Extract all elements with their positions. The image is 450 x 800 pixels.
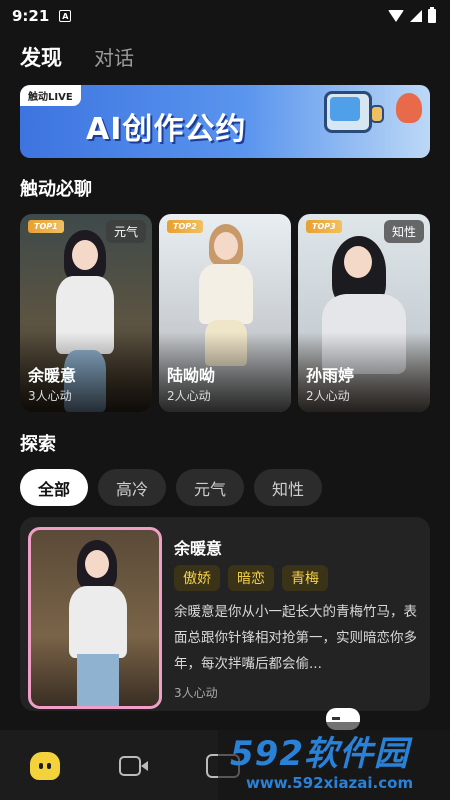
watermark: 592软件园 www.592xiazai.com — [218, 722, 450, 800]
status-icons — [388, 7, 436, 23]
hot-card[interactable]: TOP1 元气 余暖意 3人心动 — [20, 214, 152, 412]
promo-banner[interactable]: 触动LIVE AI创作公约 — [20, 85, 430, 158]
tab-discover[interactable]: 发现 — [20, 42, 62, 72]
explore-section-title: 探索 — [20, 434, 56, 455]
video-camera-icon[interactable] — [119, 756, 148, 776]
hot-card[interactable]: TOP2 陆呦呦 2人心动 — [159, 214, 291, 412]
tab-chat[interactable]: 对话 — [94, 42, 134, 71]
character-name: 孙雨婷 — [306, 366, 355, 385]
wifi-icon — [388, 10, 404, 22]
watermark-url: www.592xiazai.com — [246, 774, 414, 792]
character-name: 陆呦呦 — [167, 366, 216, 385]
signal-icon — [410, 10, 422, 22]
filter-chips: 全部 高冷 元气 知性 — [20, 469, 323, 506]
character-card[interactable]: 余暖意 傲娇 暗恋 青梅 余暖意是你从小一起长大的青梅竹马，表面总跟你针锋相对抢… — [20, 517, 430, 711]
personality-tag: 元气 — [105, 220, 146, 243]
hot-section-title: 触动必聊 — [20, 179, 92, 200]
robot-mascot-icon — [324, 91, 384, 145]
trait-tag: 青梅 — [282, 565, 328, 591]
like-count: 2人心动 — [306, 389, 350, 403]
like-count: 2人心动 — [167, 389, 211, 403]
filter-energetic[interactable]: 元气 — [176, 469, 245, 506]
like-count: 3人心动 — [28, 389, 72, 403]
bird-mascot-icon — [396, 93, 422, 123]
filter-intellectual[interactable]: 知性 — [254, 469, 323, 506]
top-tabs: 发现 对话 — [20, 42, 134, 72]
battery-icon — [428, 7, 436, 23]
rank-badge: TOP3 — [306, 220, 342, 233]
trait-tag: 傲娇 — [174, 565, 220, 591]
hot-character-list: TOP1 元气 余暖意 3人心动 TOP2 陆呦呦 2人心动 TOP3 知性 孙… — [20, 214, 430, 412]
character-tags: 傲娇 暗恋 青梅 — [174, 565, 328, 591]
home-mascot-icon[interactable] — [30, 752, 60, 780]
character-name: 余暖意 — [174, 539, 223, 558]
status-time: 9:21 — [12, 7, 50, 25]
like-count: 3人心动 — [174, 686, 218, 700]
trait-tag: 暗恋 — [228, 565, 274, 591]
watermark-brand: 592软件园 — [230, 734, 409, 774]
character-name: 余暖意 — [28, 366, 77, 385]
personality-tag: 知性 — [383, 220, 424, 243]
character-photo — [28, 527, 162, 709]
status-bar: 9:21 A — [0, 0, 450, 32]
hot-card[interactable]: TOP3 知性 孙雨婷 2人心动 — [298, 214, 430, 412]
banner-tag: 触动LIVE — [20, 85, 81, 106]
notification-icon: A — [59, 10, 72, 22]
rank-badge: TOP1 — [28, 220, 64, 233]
banner-title: AI创作公约 — [86, 112, 247, 147]
character-description: 余暖意是你从小一起长大的青梅竹马，表面总跟你针锋相对抢第一，实则暗恋你多年，每次… — [174, 604, 417, 672]
filter-cool[interactable]: 高冷 — [98, 469, 167, 506]
filter-all[interactable]: 全部 — [20, 469, 89, 506]
rank-badge: TOP2 — [167, 220, 203, 233]
